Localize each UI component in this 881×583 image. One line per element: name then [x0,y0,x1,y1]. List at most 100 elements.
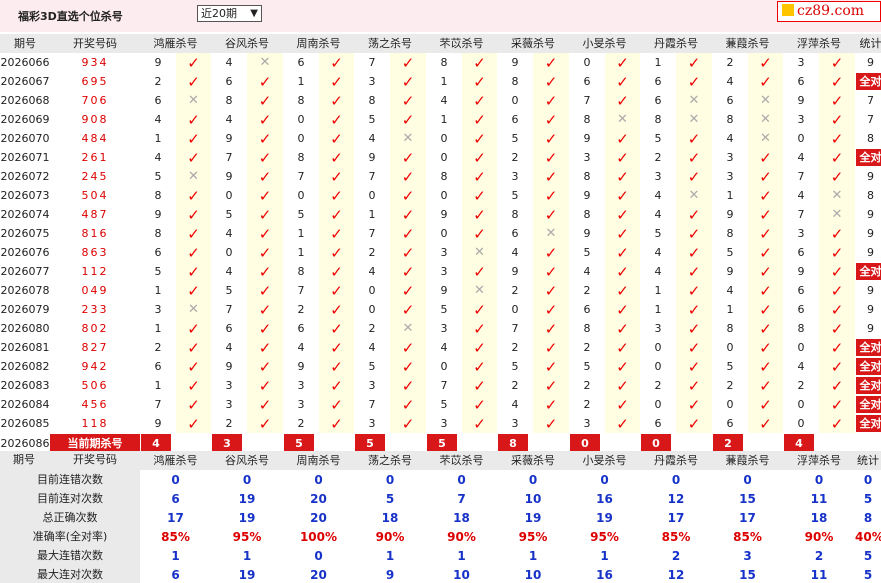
check-icon: ✓ [533,205,569,224]
cross-icon: ✕ [462,243,497,262]
stats-value: 90% [375,529,405,544]
pick-value: 6 [511,112,519,126]
stats-value: 8 [863,510,873,525]
col-expert: 丹霞杀号 [640,34,712,53]
check-icon: ✓ [533,414,569,433]
check-icon: ✓ [819,300,855,319]
stats-value: 85% [733,529,762,544]
check-icon: ✓ [319,300,354,319]
pick-value: 7 [368,55,376,69]
pick-value: 4 [368,131,376,145]
check-icon: ✓ [533,281,569,300]
pick-value: 7 [368,226,376,240]
site-logo[interactable]: cz89.com [777,1,881,22]
pick-value: 3 [368,378,376,392]
winning-number-cell: 706 [81,93,109,107]
check-icon: ✓ [748,338,783,357]
col-expert: 荡之杀号 [354,34,426,53]
pick-value: 5 [583,359,591,373]
check-icon: ✓ [176,338,211,357]
check-icon: ✓ [676,300,712,319]
pick-value: 0 [654,340,662,354]
pick-value: 3 [368,416,376,430]
pick-value: 3 [440,245,448,259]
check-icon: ✓ [462,205,497,224]
pick-value: 3 [368,74,376,88]
pick-value: 7 [440,378,448,392]
check-icon: ✓ [605,243,640,262]
pick-value: 9 [797,264,805,278]
pick-value: 7 [797,169,805,183]
period-cell: 2026074 [0,207,50,221]
stats-row: 最大连错次数 1 1 0 1 1 1 1 2 3 2 5 [0,546,881,565]
check-icon: ✓ [390,338,426,357]
stats-value: 11 [810,567,828,582]
logo-square-icon [782,4,794,16]
stat-cell: 9 [867,245,874,259]
pick-value: 9 [297,359,305,373]
pick-value: 4 [726,131,734,145]
check-icon: ✓ [247,205,283,224]
winning-number-cell: 908 [81,112,109,126]
pick-value: 6 [225,74,233,88]
check-icon: ✓ [676,224,712,243]
winning-number-cell: 816 [81,226,109,240]
check-icon: ✓ [176,72,211,91]
stat-cell: 7 [867,93,874,107]
stats-value: 17 [739,510,756,525]
all-correct-badge: 全对 [856,73,881,90]
cross-icon: ✕ [533,224,569,243]
pick-value: 9 [440,207,448,221]
pick-value: 8 [726,321,734,335]
stats-col-expert: 谷风杀号 [211,451,283,470]
check-icon: ✓ [462,262,497,281]
check-icon: ✓ [247,281,283,300]
col-expert: 采薇杀号 [497,34,569,53]
check-icon: ✓ [462,129,497,148]
pick-value: 0 [726,397,734,411]
cross-icon: ✕ [748,91,783,110]
pick-value: 5 [368,359,376,373]
pick-value: 1 [654,302,662,316]
pick-value: 9 [583,226,591,240]
pick-value: 7 [297,169,305,183]
pick-value: 1 [154,283,162,297]
check-icon: ✓ [176,319,211,338]
period-range-select[interactable]: 近20期 ▼ [197,5,262,22]
check-icon: ✓ [533,338,569,357]
check-icon: ✓ [390,414,426,433]
pick-value: 8 [440,169,448,183]
pick-value: 8 [654,112,662,126]
period-cell: 2026075 [0,226,50,240]
check-icon: ✓ [390,357,426,376]
check-icon: ✓ [390,167,426,186]
table-row: 2026070 484 1 ✓ 9 ✓ 0 ✓ 4 ✕ 0 ✓ 5 ✓ 9 ✓ 5 ✓ 4 ✕ 0 ✓ 8 [0,129,881,148]
check-icon: ✓ [462,148,497,167]
pick-value: 0 [440,131,448,145]
period-cell: 2026069 [0,112,50,126]
check-icon: ✓ [676,167,712,186]
winning-number-cell: 484 [81,131,109,145]
pick-value: 2 [726,55,734,69]
stats-value: 85% [661,529,691,544]
stats-value: 0 [314,472,323,487]
stats-col-period: 期号 [13,453,35,466]
stats-value: 85% [161,529,190,544]
pick-value: 9 [797,93,805,107]
pick-value: 3 [225,397,233,411]
stats-value: 95% [590,529,619,544]
check-icon: ✓ [605,129,640,148]
stat-cell: 全对 [855,376,881,395]
stats-value: 10 [524,567,542,582]
page-title: 福彩3D直选个位杀号 [18,10,123,23]
pick-value: 9 [511,264,519,278]
pick-value: 9 [154,416,162,430]
pick-value: 1 [297,74,305,88]
pick-value: 8 [583,112,591,126]
check-icon: ✓ [247,414,283,433]
pick-value: 1 [154,131,162,145]
pick-value: 7 [368,169,376,183]
check-icon: ✓ [176,186,211,205]
check-icon: ✓ [748,186,783,205]
check-icon: ✓ [533,72,569,91]
